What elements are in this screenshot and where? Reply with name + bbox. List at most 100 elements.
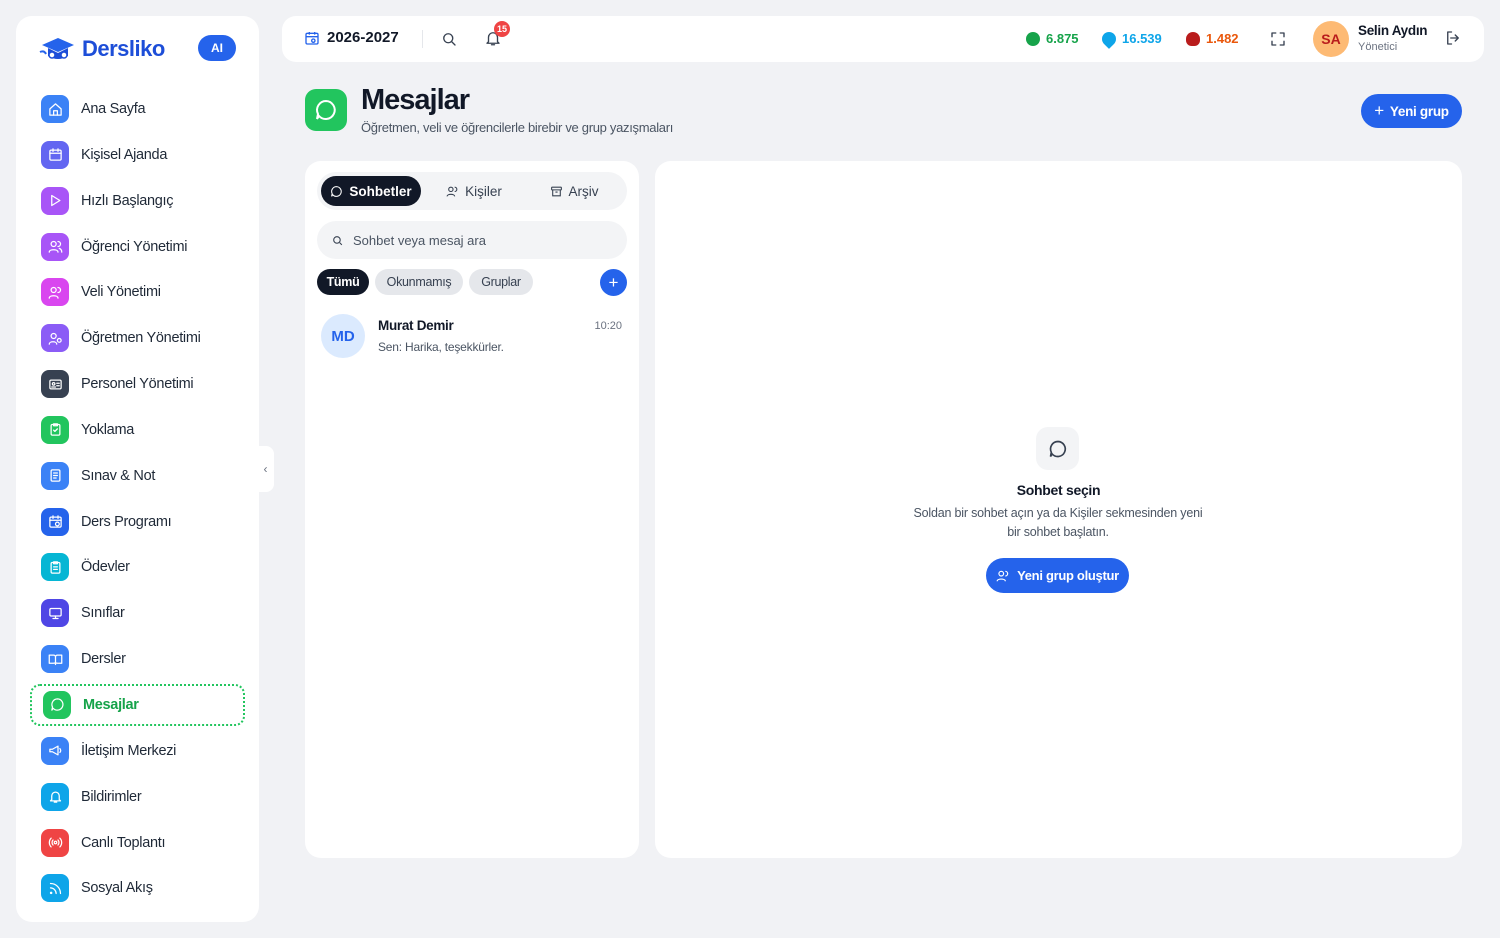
filter-tumu[interactable]: Tümü [317, 269, 369, 295]
sidebar-item-sinav-not[interactable]: Sınav & Not [30, 455, 245, 497]
user-name: Selin Aydın [1358, 23, 1428, 38]
fullscreen-button[interactable] [1269, 30, 1287, 53]
tab-label: Sohbetler [349, 183, 412, 199]
conversation-item[interactable]: MD Murat Demir 10:20 Sen: Harika, teşekk… [317, 309, 627, 365]
sidebar-item-hizli-baslangic[interactable]: Hızlı Başlangıç [30, 180, 245, 222]
fullscreen-icon [1271, 32, 1285, 46]
calendar-icon [305, 31, 319, 45]
chat-icon [43, 690, 71, 719]
tab-label: Kişiler [465, 183, 502, 199]
stat-value: 6.875 [1046, 31, 1079, 46]
stat-green[interactable]: 6.875 [1026, 31, 1079, 46]
sidebar-item-label: Öğrenci Yönetimi [81, 238, 188, 255]
sidebar-item-label: Sosyal Akış [81, 880, 153, 897]
plus-icon: + [1374, 101, 1384, 120]
divider [422, 30, 423, 48]
academic-year-selector[interactable]: 2026-2027 [304, 29, 399, 46]
create-group-button[interactable]: Yeni grup oluştur [986, 558, 1129, 593]
sidebar-item-label: Mesajlar [83, 696, 139, 713]
sidebar-item-label: Canlı Toplantı [81, 834, 166, 851]
new-group-button[interactable]: + Yeni grup [1361, 94, 1462, 128]
play-icon [41, 186, 69, 215]
chat-icon [1036, 427, 1079, 470]
filter-okunmamis[interactable]: Okunmamış [375, 269, 463, 295]
sidebar-item-sosyal-akis[interactable]: Sosyal Akış [30, 867, 245, 909]
filter-gruplar[interactable]: Gruplar [469, 269, 533, 295]
exam-icon [41, 461, 69, 490]
megaphone-icon [41, 736, 69, 765]
sidebar-item-label: Hızlı Başlangıç [81, 192, 174, 209]
tab-arsiv[interactable]: Arşiv [525, 176, 623, 206]
sidebar-item-canli-toplanti[interactable]: Canlı Toplantı [30, 822, 245, 864]
sidebar-item-ogrenci-yonetimi[interactable]: Öğrenci Yönetimi [30, 226, 245, 268]
sidebar-item-mesajlar[interactable]: Mesajlar [30, 683, 245, 726]
teacher-icon [41, 324, 69, 353]
sidebar-item-yoklama[interactable]: Yoklama [30, 409, 245, 451]
sidebar-item-kisisel-ajanda[interactable]: Kişisel Ajanda [30, 134, 245, 176]
search-icon [443, 33, 456, 46]
sidebar-item-label: Dersler [81, 651, 126, 668]
sidebar-item-bildirimler[interactable]: Bildirimler [30, 776, 245, 818]
schedule-icon [41, 507, 69, 536]
sidebar-item-ders-programi[interactable]: Ders Programı [30, 501, 245, 543]
broadcast-icon [41, 828, 69, 857]
sidebar-item-veli-yonetimi[interactable]: Veli Yönetimi [30, 271, 245, 313]
stat-value: 1.482 [1206, 31, 1239, 46]
chat-search[interactable] [317, 221, 627, 259]
chat-tabs: Sohbetler Kişiler Arşiv [317, 172, 627, 210]
green-gem-icon [1026, 31, 1040, 46]
search-input[interactable] [353, 232, 603, 248]
logout-icon [1447, 31, 1459, 45]
sidebar-item-iletisim-merkezi[interactable]: İletişim Merkezi [30, 730, 245, 772]
id-card-icon [41, 370, 69, 399]
chat-icon [331, 185, 343, 197]
user-role: Yönetici [1358, 41, 1398, 53]
sidebar-item-label: Sınav & Not [81, 467, 156, 484]
sidebar-nav: Ana Sayfa Kişisel Ajanda Hızlı Başlangıç… [30, 88, 245, 913]
brand[interactable]: Dersliko [38, 34, 165, 64]
rss-icon [41, 874, 69, 903]
sidebar-item-odevler[interactable]: Ödevler [30, 546, 245, 588]
sidebar-item-label: Kişisel Ajanda [81, 146, 168, 163]
sidebar-item-label: Yoklama [81, 421, 134, 438]
stat-blue[interactable]: 16.539 [1099, 28, 1162, 49]
sidebar-item-label: Ana Sayfa [81, 101, 146, 117]
sidebar-item-label: Ödevler [81, 559, 130, 576]
bell-icon [41, 782, 69, 811]
tab-sohbetler[interactable]: Sohbetler [321, 176, 421, 206]
search-icon [333, 235, 343, 245]
sidebar-item-label: Öğretmen Yönetimi [81, 330, 201, 347]
notification-count-badge: 15 [494, 21, 510, 37]
logout-button[interactable] [1444, 29, 1462, 52]
sidebar-item-ana-sayfa[interactable]: Ana Sayfa [30, 88, 245, 130]
classroom-icon [41, 599, 69, 628]
sidebar-item-dersler[interactable]: Dersler [30, 638, 245, 680]
chevron-left-icon: ‹ [263, 462, 268, 476]
topbar: 2026-2027 15 6.875 16.539 1.482 SA Selin… [282, 16, 1484, 62]
ai-button[interactable]: AI [198, 35, 236, 61]
chat-list-panel: Sohbetler Kişiler Arşiv Tümü Okunmamış G… [305, 161, 639, 858]
sidebar-item-siniflar[interactable]: Sınıflar [30, 592, 245, 634]
sidebar-collapse-button[interactable]: ‹ [257, 446, 274, 492]
clipboard-check-icon [41, 415, 69, 444]
stat-red[interactable]: 1.482 [1186, 31, 1239, 46]
tab-kisiler[interactable]: Kişiler [425, 176, 523, 206]
user-avatar[interactable]: SA [1313, 21, 1349, 57]
tab-label: Arşiv [568, 183, 599, 199]
search-button[interactable] [440, 30, 458, 53]
page-subtitle: Öğretmen, veli ve öğrencilerle birebir v… [361, 120, 674, 135]
empty-state-description: Soldan bir sohbet açın ya da Kişiler sek… [913, 506, 1203, 539]
conversation-name: Murat Demir [378, 318, 454, 333]
new-chat-button[interactable]: + [600, 269, 627, 296]
sidebar-item-personel-yonetimi[interactable]: Personel Yönetimi [30, 363, 245, 405]
sidebar-item-ogretmen-yonetimi[interactable]: Öğretmen Yönetimi [30, 317, 245, 359]
chat-icon [305, 89, 347, 131]
users-icon [41, 278, 69, 307]
new-group-label: Yeni grup [1389, 103, 1449, 119]
users-icon [996, 570, 1009, 581]
archive-icon [550, 186, 562, 196]
sidebar-item-label: İletişim Merkezi [81, 742, 177, 759]
sidebar-item-label: Personel Yönetimi [81, 376, 194, 393]
academic-year: 2026-2027 [327, 29, 399, 46]
stat-value: 16.539 [1122, 31, 1162, 46]
